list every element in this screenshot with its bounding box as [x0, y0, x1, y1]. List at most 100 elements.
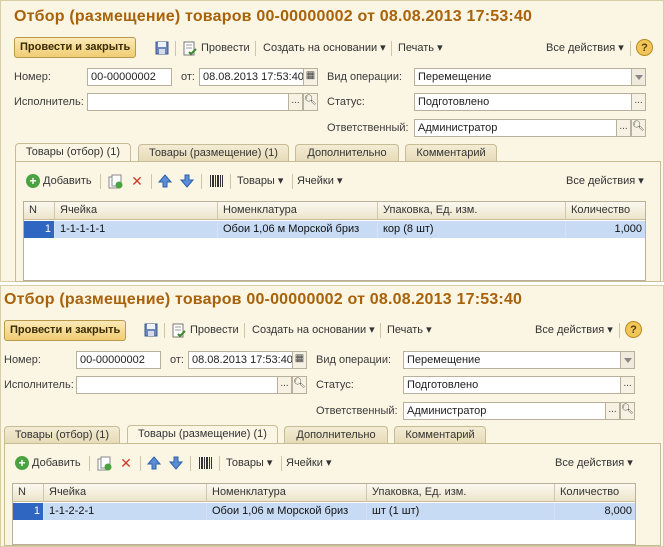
responsible-field[interactable]: Администратор: [403, 402, 606, 420]
tab-additional[interactable]: Дополнительно: [284, 426, 388, 443]
barcode-icon[interactable]: [208, 173, 224, 189]
cell-quantity[interactable]: 1,000: [566, 221, 646, 238]
status-field[interactable]: Подготовлено: [414, 93, 632, 111]
cell-quantity[interactable]: 8,000: [555, 503, 636, 520]
post-and-close-button[interactable]: Провести и закрыть: [14, 37, 137, 58]
post-button[interactable]: Провести: [190, 323, 239, 337]
goods-table[interactable]: N Ячейка Номенклатура Упаковка, Ед. изм.…: [23, 201, 646, 281]
tab-goods-picking[interactable]: Товары (отбор) (1): [4, 426, 120, 443]
barcode-icon[interactable]: [197, 455, 213, 471]
table-all-actions-menu[interactable]: Все действия ▾: [566, 174, 644, 188]
status-field[interactable]: Подготовлено: [403, 376, 621, 394]
executor-select-button[interactable]: ...: [277, 376, 292, 394]
cells-menu[interactable]: Ячейки ▾: [297, 174, 342, 188]
post-and-close-button[interactable]: Провести и закрыть: [4, 320, 127, 341]
cell-storage-cell[interactable]: 1-1-1-1-1: [55, 221, 218, 238]
post-document-icon[interactable]: [182, 40, 198, 56]
goods-menu[interactable]: Товары ▾: [237, 174, 283, 188]
column-header[interactable]: Номенклатура: [218, 202, 378, 220]
status-select-button[interactable]: ...: [620, 376, 635, 394]
move-up-icon[interactable]: [157, 173, 173, 189]
column-header[interactable]: N: [13, 484, 44, 502]
tab-goods-placement[interactable]: Товары (размещение) (1): [127, 425, 278, 443]
number-label: Номер:: [4, 354, 41, 366]
operation-select[interactable]: Перемещение: [403, 351, 621, 369]
delete-icon[interactable]: ✕: [118, 455, 134, 471]
column-header[interactable]: Количество: [555, 484, 636, 502]
status-label: Статус:: [327, 96, 365, 108]
executor-select-button[interactable]: ...: [288, 93, 303, 111]
tab-goods-picking[interactable]: Товары (отбор) (1): [15, 143, 131, 161]
table-all-actions-menu[interactable]: Все действия ▾: [555, 456, 633, 470]
create-based-on-menu[interactable]: Создать на основании ▾: [263, 41, 386, 55]
table-row[interactable]: 1 1-1-1-1-1 Обои 1,06 м Морской бриз кор…: [24, 221, 645, 238]
executor-field[interactable]: [87, 93, 289, 111]
delete-icon[interactable]: ✕: [129, 173, 145, 189]
operation-label: Вид операции:: [316, 354, 392, 366]
column-header[interactable]: Упаковка, Ед. изм.: [378, 202, 566, 220]
add-button[interactable]: Добавить: [43, 174, 92, 188]
toolbar-separator: [219, 456, 220, 471]
date-field[interactable]: 08.08.2013 17:53:40: [188, 351, 293, 369]
copy-icon[interactable]: [96, 455, 112, 471]
responsible-search-icon[interactable]: 🔍︎: [631, 119, 646, 137]
responsible-select-button[interactable]: ...: [616, 119, 631, 137]
all-actions-menu[interactable]: Все действия ▾: [546, 41, 624, 55]
help-icon[interactable]: ?: [625, 321, 642, 338]
toolbar-separator: [630, 41, 631, 56]
save-icon[interactable]: [143, 322, 159, 338]
number-field[interactable]: 00-00000002: [87, 68, 172, 86]
tab-comment[interactable]: Комментарий: [394, 426, 486, 443]
tab-goods-placement[interactable]: Товары (размещение) (1): [138, 144, 289, 161]
column-header[interactable]: Ячейка: [55, 202, 218, 220]
cell-package-unit[interactable]: шт (1 шт): [367, 503, 555, 520]
add-icon[interactable]: +: [26, 174, 40, 188]
status-label: Статус:: [316, 379, 354, 391]
calendar-icon[interactable]: ▦: [303, 68, 318, 86]
chevron-down-icon[interactable]: [631, 68, 646, 86]
toolbar-separator: [281, 456, 282, 471]
number-field[interactable]: 00-00000002: [76, 351, 161, 369]
create-based-on-menu[interactable]: Создать на основании ▾: [252, 323, 375, 337]
add-button[interactable]: Добавить: [32, 456, 81, 470]
help-icon[interactable]: ?: [636, 39, 653, 56]
column-header[interactable]: Номенклатура: [207, 484, 367, 502]
move-up-icon[interactable]: [146, 455, 162, 471]
goods-menu[interactable]: Товары ▾: [226, 456, 272, 470]
save-icon[interactable]: [154, 40, 170, 56]
cell-storage-cell[interactable]: 1-1-2-2-1: [44, 503, 207, 520]
post-button[interactable]: Провести: [201, 41, 250, 55]
responsible-select-button[interactable]: ...: [605, 402, 620, 420]
calendar-icon[interactable]: ▦: [292, 351, 307, 369]
all-actions-menu[interactable]: Все действия ▾: [535, 323, 613, 337]
column-header[interactable]: N: [24, 202, 55, 220]
add-icon[interactable]: +: [15, 456, 29, 470]
executor-search-icon[interactable]: 🔍︎: [303, 93, 318, 111]
cell-package-unit[interactable]: кор (8 шт): [378, 221, 566, 238]
chevron-down-icon[interactable]: [620, 351, 635, 369]
executor-search-icon[interactable]: 🔍︎: [292, 376, 307, 394]
post-document-icon[interactable]: [171, 322, 187, 338]
responsible-field[interactable]: Администратор: [414, 119, 617, 137]
cell-nomenclature[interactable]: Обои 1,06 м Морской бриз: [207, 503, 367, 520]
status-select-button[interactable]: ...: [631, 93, 646, 111]
tab-additional[interactable]: Дополнительно: [295, 144, 399, 161]
goods-table[interactable]: N Ячейка Номенклатура Упаковка, Ед. изм.…: [12, 483, 636, 545]
column-header[interactable]: Ячейка: [44, 484, 207, 502]
print-menu[interactable]: Печать ▾: [398, 41, 443, 55]
cells-menu[interactable]: Ячейки ▾: [286, 456, 331, 470]
executor-field[interactable]: [76, 376, 278, 394]
move-down-icon[interactable]: [168, 455, 184, 471]
tab-comment[interactable]: Комментарий: [405, 144, 497, 161]
column-header[interactable]: Количество: [566, 202, 646, 220]
move-down-icon[interactable]: [179, 173, 195, 189]
column-header[interactable]: Упаковка, Ед. изм.: [367, 484, 555, 502]
toolbar-separator: [100, 174, 101, 189]
date-field[interactable]: 08.08.2013 17:53:40: [199, 68, 304, 86]
operation-select[interactable]: Перемещение: [414, 68, 632, 86]
responsible-search-icon[interactable]: 🔍︎: [620, 402, 635, 420]
table-row[interactable]: 1 1-1-2-2-1 Обои 1,06 м Морской бриз шт …: [13, 503, 635, 520]
copy-icon[interactable]: [107, 173, 123, 189]
cell-nomenclature[interactable]: Обои 1,06 м Морской бриз: [218, 221, 378, 238]
print-menu[interactable]: Печать ▾: [387, 323, 432, 337]
